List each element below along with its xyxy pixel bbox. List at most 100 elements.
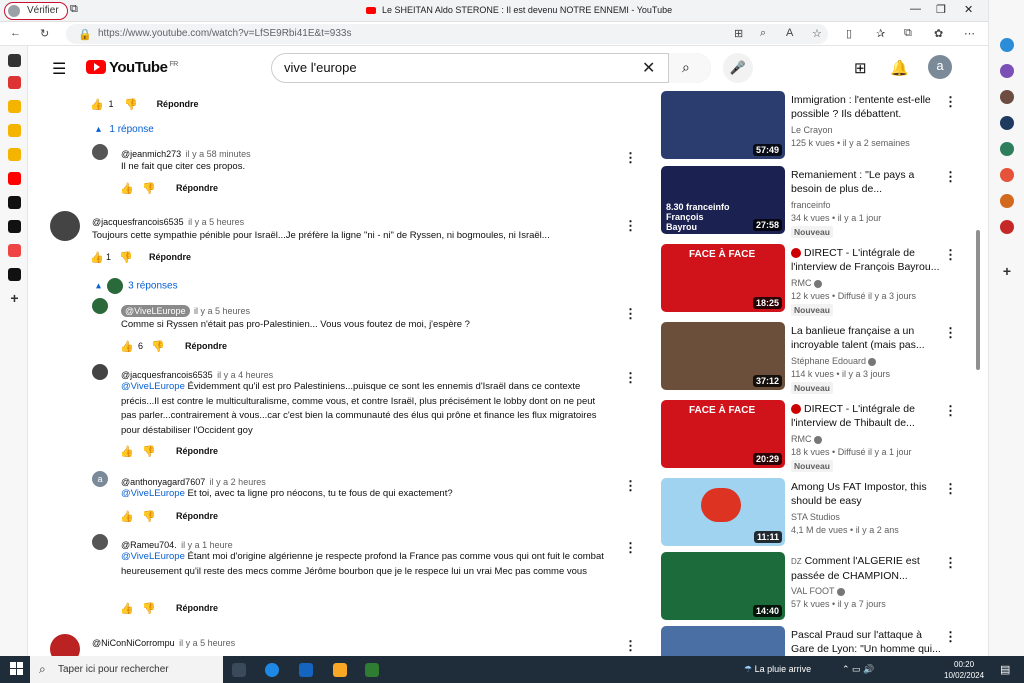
video-channel[interactable]: STA Studios [791, 512, 840, 522]
collections-icon[interactable]: ⧉ [904, 27, 912, 40]
related-video[interactable]: 37:12 La banlieue française a un incroya… [661, 322, 961, 394]
search-button[interactable]: ⌕ [668, 53, 711, 83]
more-icon[interactable]: ⋯ [964, 27, 975, 40]
video-thumbnail[interactable]: FACE À FACE 20:29 [661, 400, 785, 468]
reply-button[interactable]: Répondre [157, 99, 199, 109]
clock[interactable]: 00:20 10/02/2024 [944, 659, 984, 681]
related-video[interactable]: Pascal Praud sur l'attaque à Gare de Lyo… [661, 626, 961, 656]
comment-author[interactable]: @Rameu704. [121, 540, 177, 550]
sidebar-add-icon[interactable]: + [1000, 264, 1014, 278]
comment-time[interactable]: il y a 5 heures [179, 638, 235, 648]
avatar[interactable] [50, 211, 80, 241]
verify-button[interactable]: Vérifier [4, 2, 68, 20]
comment-time[interactable]: il y a 1 heure [181, 540, 233, 550]
tab-icon-youtube[interactable] [8, 172, 21, 185]
video-thumbnail[interactable]: 11:11 [661, 478, 785, 546]
video-menu-icon[interactable]: ⋮ [944, 629, 957, 645]
page-scrollbar[interactable] [976, 230, 980, 370]
url-field[interactable]: https://www.youtube.com/watch?v=LfSE9Rbi… [66, 24, 828, 44]
related-video[interactable]: 11:11 Among Us FAT Impostor, this should… [661, 478, 961, 548]
comment-menu-icon[interactable]: ⋮ [624, 306, 637, 322]
extension-icon[interactable]: ✿ [934, 27, 943, 40]
video-channel[interactable]: Stéphane Edouard [791, 356, 877, 366]
tab-icon-x-3[interactable] [8, 268, 21, 281]
comment-author[interactable]: @jacquesfrancois6535 [92, 217, 184, 227]
related-video[interactable]: FACE À FACE 20:29 DIRECT - L'intégrale de… [661, 400, 961, 472]
video-title[interactable]: Pascal Praud sur l'attaque à Gare de Lyo… [791, 628, 941, 656]
youtube-logo[interactable]: YouTube FR [86, 59, 178, 76]
video-channel[interactable]: Le Crayon [791, 125, 833, 135]
avatar[interactable] [92, 298, 108, 314]
reply-button[interactable]: Répondre [176, 446, 218, 456]
show-replies-button[interactable]: ▴ 3 réponses [96, 278, 178, 294]
dislike-icon[interactable]: 👎 [142, 510, 156, 523]
system-tray-icons[interactable]: ⌃ ▭ 🔊 [842, 664, 874, 675]
dislike-icon[interactable]: 👎 [142, 602, 156, 615]
clear-search-icon[interactable]: ✕ [642, 58, 655, 78]
video-channel[interactable]: franceinfo [791, 200, 831, 210]
minimize-icon[interactable]: — [910, 3, 921, 15]
like-icon[interactable]: 👍 [120, 445, 134, 458]
comment-menu-icon[interactable]: ⋮ [624, 540, 637, 556]
dislike-icon[interactable]: 👎 [119, 251, 133, 264]
mention-link[interactable]: @ViveLEurope [121, 551, 185, 562]
apps-icon[interactable]: ⊞ [734, 27, 743, 40]
comment-menu-icon[interactable]: ⋮ [624, 150, 637, 166]
notifications-icon[interactable]: 🔔 [890, 59, 909, 77]
comment-author[interactable]: @anthonyagard7607 [121, 477, 205, 487]
tab-icon-site-1[interactable] [8, 76, 21, 89]
reply-button[interactable]: Répondre [176, 511, 218, 521]
new-tab-icon[interactable]: + [8, 291, 21, 305]
refresh-icon[interactable]: ↻ [40, 27, 49, 40]
video-title[interactable]: DIRECT - L'intégrale de l'interview de T… [791, 402, 941, 430]
dislike-icon[interactable]: 👎 [124, 98, 138, 111]
video-title[interactable]: DZ Comment l'ALGERIE est passée de CHAMP… [791, 554, 941, 582]
video-thumbnail[interactable]: 37:12 [661, 322, 785, 390]
video-menu-icon[interactable]: ⋮ [944, 94, 957, 110]
like-icon[interactable]: 👍 [120, 340, 134, 353]
restore-icon[interactable]: ❐ [936, 3, 946, 16]
voice-search-icon[interactable]: 🎤 [723, 53, 753, 83]
video-menu-icon[interactable]: ⋮ [944, 169, 957, 185]
video-menu-icon[interactable]: ⋮ [944, 403, 957, 419]
video-channel[interactable]: RMC [791, 278, 822, 288]
video-menu-icon[interactable]: ⋮ [944, 555, 957, 571]
store-icon[interactable] [365, 663, 379, 677]
sidebar-app-l-icon[interactable] [1000, 142, 1014, 156]
reply-button[interactable]: Répondre [149, 252, 191, 262]
copilot-icon[interactable] [1000, 38, 1014, 52]
dislike-icon[interactable]: 👎 [151, 340, 165, 353]
like-icon[interactable]: 👍 [120, 510, 134, 523]
windows-start-icon[interactable] [10, 662, 24, 676]
video-channel[interactable]: VAL FOOT [791, 586, 845, 596]
close-icon[interactable]: ✕ [964, 3, 973, 16]
tab-icon-site-4[interactable] [8, 148, 21, 161]
tab-icon-site-5[interactable] [8, 244, 21, 257]
comment-author-badge[interactable]: @ViveLEurope [121, 305, 190, 317]
avatar[interactable] [92, 144, 108, 160]
file-explorer-icon[interactable] [333, 663, 347, 677]
comment-time[interactable]: il y a 5 heures [194, 306, 250, 316]
comment-time[interactable]: il y a 4 heures [217, 370, 273, 380]
related-video[interactable]: 57:49 Immigration : l'entente est-elle p… [661, 91, 961, 161]
show-replies-button[interactable]: ▴ 1 réponse [96, 124, 154, 135]
avatar[interactable] [50, 634, 80, 656]
like-icon[interactable]: 👍 [90, 251, 104, 264]
related-video[interactable]: 8.30 franceinfo François Bayrou 27:58 Rem… [661, 166, 961, 238]
notification-center-icon[interactable]: ▤ [1000, 663, 1010, 676]
comment-time[interactable]: il y a 5 heures [188, 217, 244, 227]
comment-menu-icon[interactable]: ⋮ [624, 478, 637, 494]
video-menu-icon[interactable]: ⋮ [944, 325, 957, 341]
mention-link[interactable]: @ViveLEurope [121, 381, 185, 392]
comment-author[interactable]: @jeanmich273 [121, 149, 181, 159]
sidebar-app-m-icon[interactable] [1000, 90, 1014, 104]
sidebar-app-b-icon[interactable] [1000, 64, 1014, 78]
video-thumbnail[interactable]: 8.30 franceinfo François Bayrou 27:58 [661, 166, 785, 234]
dislike-icon[interactable]: 👎 [142, 182, 156, 195]
related-video[interactable]: 14:40 DZ Comment l'ALGERIE est passée de… [661, 552, 961, 622]
video-thumbnail[interactable]: 14:40 [661, 552, 785, 620]
zoom-icon[interactable]: ⌕ [760, 27, 766, 40]
comment-time[interactable]: il y a 2 heures [210, 477, 266, 487]
create-video-icon[interactable]: ⊞ [854, 59, 867, 77]
favorite-icon[interactable]: ☆ [812, 27, 822, 40]
